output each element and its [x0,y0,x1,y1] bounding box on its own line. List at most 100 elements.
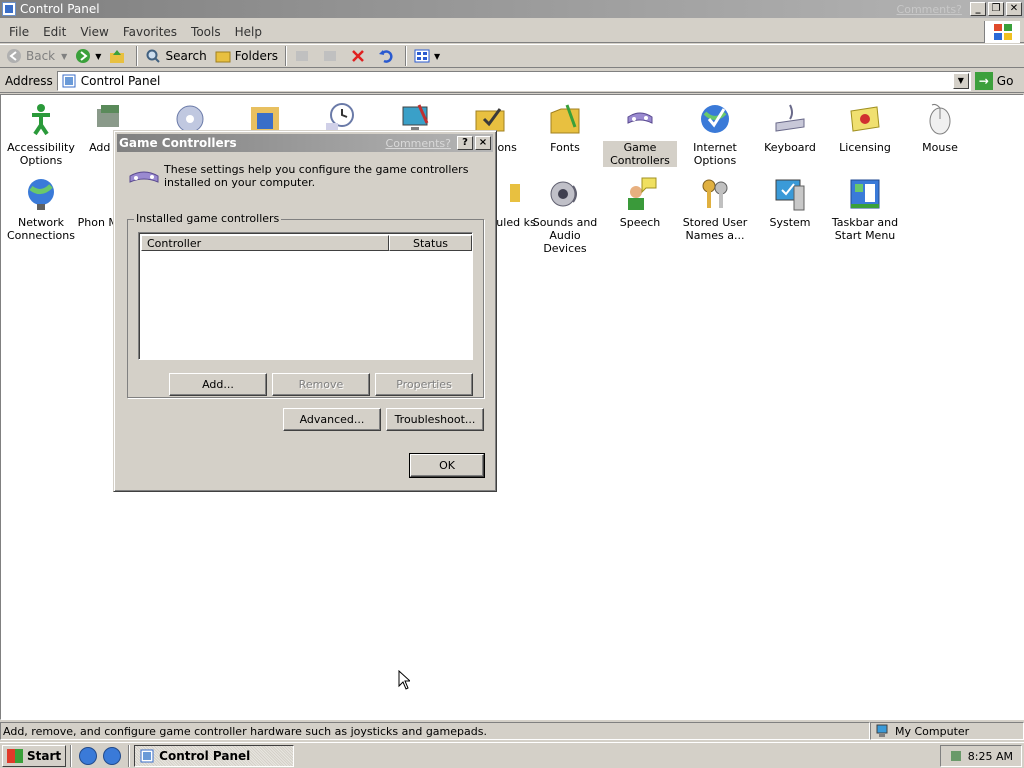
go-label: Go [996,73,1014,88]
dialog-titlebar[interactable]: Game Controllers Comments? ? × [117,134,493,152]
address-dropdown-icon[interactable]: ▼ [952,72,969,89]
cp-item-licensing[interactable]: Licensing [828,101,902,154]
remove-button[interactable]: Remove [272,373,370,396]
go-button[interactable]: → Go [974,71,1014,90]
menu-tools[interactable]: Tools [184,25,228,39]
list-header: Controller Status [141,235,472,251]
cp-item-speech[interactable]: Speech [603,176,677,229]
move-to-button[interactable] [290,45,318,67]
menubar: File Edit View Favorites Tools Help [0,21,1024,43]
group-label: Installed game controllers [134,212,282,225]
search-label: Search [165,49,207,63]
dialog-help-button[interactable]: ? [457,136,473,150]
address-input[interactable]: Control Panel ▼ [56,70,971,91]
control-panel-icon [61,73,77,89]
clock[interactable]: 8:25 AM [968,750,1013,763]
folders-label: Folders [234,49,279,63]
quicklaunch-desktop-icon[interactable] [79,746,98,765]
window-titlebar[interactable]: Control Panel Comments? _ ❐ ✕ [0,0,1024,18]
troubleshoot-button[interactable]: Troubleshoot... [386,408,484,431]
back-button[interactable]: Back ▼ [2,45,71,67]
control-panel-icon [2,2,16,16]
status-text: Add, remove, and configure game controll… [0,722,870,740]
up-folder-button[interactable] [105,45,133,67]
licensing-icon [850,106,880,132]
menu-file[interactable]: File [2,25,36,39]
dialog-close-button[interactable]: × [475,136,491,150]
window-title: Control Panel [20,2,100,16]
toolbar-separator [285,46,288,66]
dialog-description: These settings help you configure the ga… [164,163,469,189]
taskbar-item-control-panel[interactable]: Control Panel [134,744,295,767]
cp-item-sounds-audio-devices[interactable]: Sounds and Audio Devices [528,176,602,255]
taskbar-start-menu-icon [850,179,880,209]
menu-view[interactable]: View [73,25,115,39]
cp-item-internet-options[interactable]: Internet Options [678,101,752,167]
menu-help[interactable]: Help [228,25,269,39]
tray-network-icon[interactable] [948,748,964,764]
copy-to-icon [322,48,338,64]
keyboard-icon [775,104,805,132]
quicklaunch-ie-icon[interactable] [103,746,122,765]
cp-item-stored-user-names[interactable]: Stored User Names a... [678,176,752,242]
game-controller-icon [129,171,159,183]
menu-edit[interactable]: Edit [36,25,73,39]
dialog-comments-link[interactable]: Comments? [386,137,451,150]
copy-to-button[interactable] [318,45,346,67]
game-controllers-icon [627,112,653,124]
toolbar-separator [136,46,139,66]
my-computer-icon [875,723,891,739]
cp-item-taskbar-start-menu[interactable]: Taskbar and Start Menu [828,176,902,242]
cp-item-system[interactable]: System [753,176,827,229]
cp-item-fonts[interactable]: Fonts [528,101,602,154]
windows-logo-icon [984,21,1020,43]
start-label: Start [27,748,62,763]
views-dropdown-icon[interactable]: ▼ [434,52,440,61]
back-label: Back [26,49,56,63]
network-connections-icon [28,179,54,210]
back-dropdown-icon[interactable]: ▼ [61,52,67,61]
accessibility-icon [32,104,50,136]
delete-button[interactable] [346,45,374,67]
views-icon [414,48,430,64]
system-icon [775,179,805,211]
cp-item-accessibility-options[interactable]: Accessibility Options [4,101,78,167]
forward-dropdown-icon[interactable]: ▼ [95,52,101,61]
cp-item-keyboard[interactable]: Keyboard [753,101,827,154]
delete-x-icon [350,48,366,64]
add-button[interactable]: Add... [169,373,267,396]
back-arrow-icon [6,48,22,64]
installed-controllers-group: Installed game controllers Controller St… [127,212,484,398]
address-label: Address [5,73,53,88]
toolbar-separator [405,46,408,66]
column-header-controller[interactable]: Controller [141,235,389,251]
properties-button[interactable]: Properties [375,373,473,396]
restore-button[interactable]: ❐ [988,2,1004,16]
controllers-list[interactable]: Controller Status [138,232,473,360]
game-controllers-dialog[interactable]: Game Controllers Comments? ? × These set… [113,130,497,492]
column-header-status[interactable]: Status [389,235,472,251]
undo-button[interactable] [374,45,402,67]
speech-icon [628,177,657,210]
views-button[interactable]: ▼ [410,45,444,67]
folders-button[interactable]: Folders [211,45,282,67]
menu-favorites[interactable]: Favorites [116,25,184,39]
search-icon [145,48,161,64]
advanced-button[interactable]: Advanced... [283,408,381,431]
comments-link[interactable]: Comments? [897,3,962,16]
cp-item-mouse[interactable]: Mouse [903,101,977,154]
start-button[interactable]: Start [2,744,67,767]
address-bar: Address Control Panel ▼ → Go [0,69,1024,93]
windows-flag-icon [7,748,23,763]
close-button[interactable]: ✕ [1006,2,1022,16]
cp-item-game-controllers[interactable]: Game Controllers [603,101,677,167]
dialog-title: Game Controllers [119,136,237,150]
forward-button[interactable]: ▼ [71,45,105,67]
go-arrow-icon: → [974,71,993,90]
statusbar: Add, remove, and configure game controll… [0,721,1024,741]
search-button[interactable]: Search [141,45,210,67]
internet-options-icon [701,105,729,133]
system-tray: 8:25 AM [940,745,1022,767]
ok-button[interactable]: OK [409,453,485,478]
minimize-button[interactable]: _ [970,2,986,16]
